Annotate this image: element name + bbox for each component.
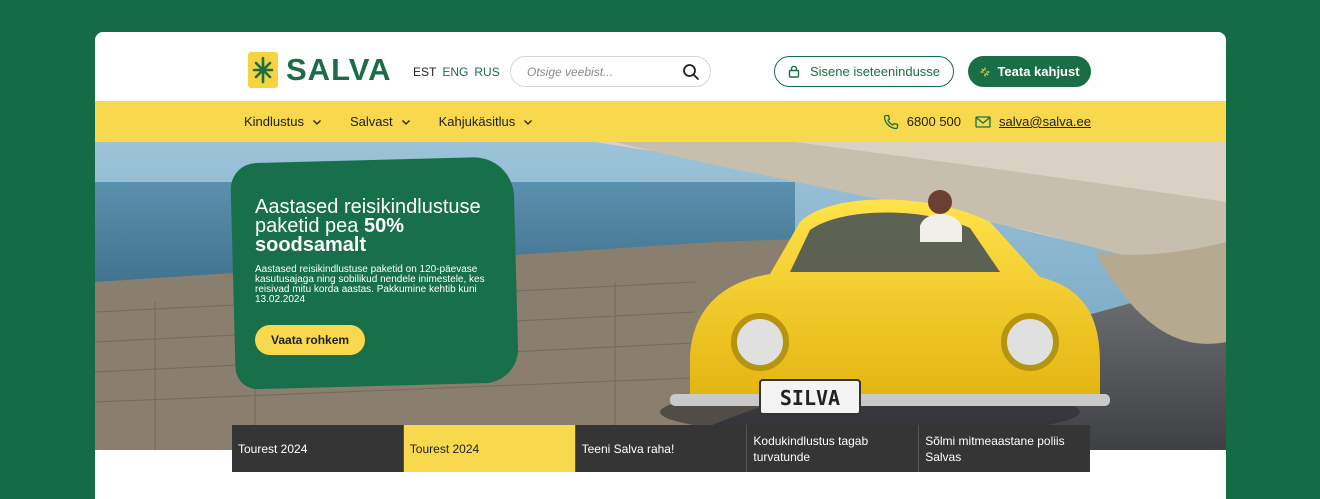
- hero-tabs: Tourest 2024 Tourest 2024 Teeni Salva ra…: [232, 425, 1090, 472]
- hero-tab[interactable]: Kodukindlustus tagab turvatunde: [747, 425, 920, 472]
- logo-mark-icon: [248, 52, 278, 88]
- lock-icon: [788, 65, 800, 78]
- email-link[interactable]: salva@salva.ee: [999, 114, 1091, 129]
- nav-item-label: Salvast: [349, 114, 393, 129]
- report-claim-label: Teata kahjust: [997, 64, 1080, 79]
- search-box: [510, 56, 711, 87]
- hero-tab[interactable]: Tourest 2024: [232, 425, 404, 472]
- logo-text: SALVA: [286, 52, 392, 87]
- nav-item-label: Kindlustus: [244, 114, 304, 129]
- lang-eng[interactable]: ENG: [442, 65, 468, 79]
- promo-title-highlight: 50%: [363, 215, 405, 237]
- promo-title: Aastased reisikindlustuse paketid pea 50…: [255, 197, 495, 256]
- lang-est[interactable]: EST: [413, 65, 436, 79]
- spark-icon: [980, 66, 991, 77]
- report-claim-button[interactable]: Teata kahjust: [968, 56, 1091, 87]
- search-input[interactable]: [527, 64, 677, 79]
- nav-item-kindlustus[interactable]: Kindlustus: [244, 114, 322, 129]
- language-switcher: EST ENG RUS: [413, 65, 500, 79]
- mail-icon: [975, 115, 991, 128]
- self-service-button[interactable]: Sisene iseteenindusse: [774, 56, 954, 87]
- logo[interactable]: SALVA: [248, 52, 391, 88]
- hero-banner: SILVA Aastased reisikindlustuse paketid …: [95, 142, 1226, 450]
- hero-tab-active[interactable]: Tourest 2024: [403, 425, 576, 472]
- chevron-down-icon: [401, 119, 410, 125]
- hero-tab[interactable]: Sõlmi mitmeaastane poliis Salvas: [919, 425, 1090, 472]
- hero-tab[interactable]: Teeni Salva raha!: [575, 425, 748, 472]
- chevron-down-icon: [524, 119, 533, 125]
- nav-item-salvast[interactable]: Salvast: [350, 114, 411, 129]
- self-service-label: Sisene iseteenindusse: [809, 64, 941, 79]
- promo-body: Aastased reisikindlustuse paketid on 120…: [255, 264, 485, 305]
- contact-info: 6800 500 salva@salva.ee: [883, 101, 1091, 142]
- promo-card: Aastased reisikindlustuse paketid pea 50…: [255, 197, 495, 355]
- lang-rus[interactable]: RUS: [474, 65, 499, 79]
- site-header: SALVA EST ENG RUS Sisene iseteenindusse: [95, 32, 1226, 101]
- main-nav: Kindlustus Salvast Kahjukäsitlus 6800 50…: [95, 101, 1226, 142]
- license-plate: SILVA: [780, 386, 840, 410]
- search-icon[interactable]: [682, 63, 700, 81]
- nav-item-kahjukasitlus[interactable]: Kahjukäsitlus: [439, 114, 534, 129]
- phone-number[interactable]: 6800 500: [907, 114, 961, 129]
- see-more-button[interactable]: Vaata rohkem: [255, 325, 366, 355]
- chevron-down-icon: [313, 119, 321, 125]
- page-card: SALVA EST ENG RUS Sisene iseteenindusse: [95, 32, 1226, 499]
- nav-item-label: Kahjukäsitlus: [438, 114, 516, 129]
- phone-icon: [883, 114, 898, 129]
- promo-title-bold: soodsamalt: [255, 234, 367, 256]
